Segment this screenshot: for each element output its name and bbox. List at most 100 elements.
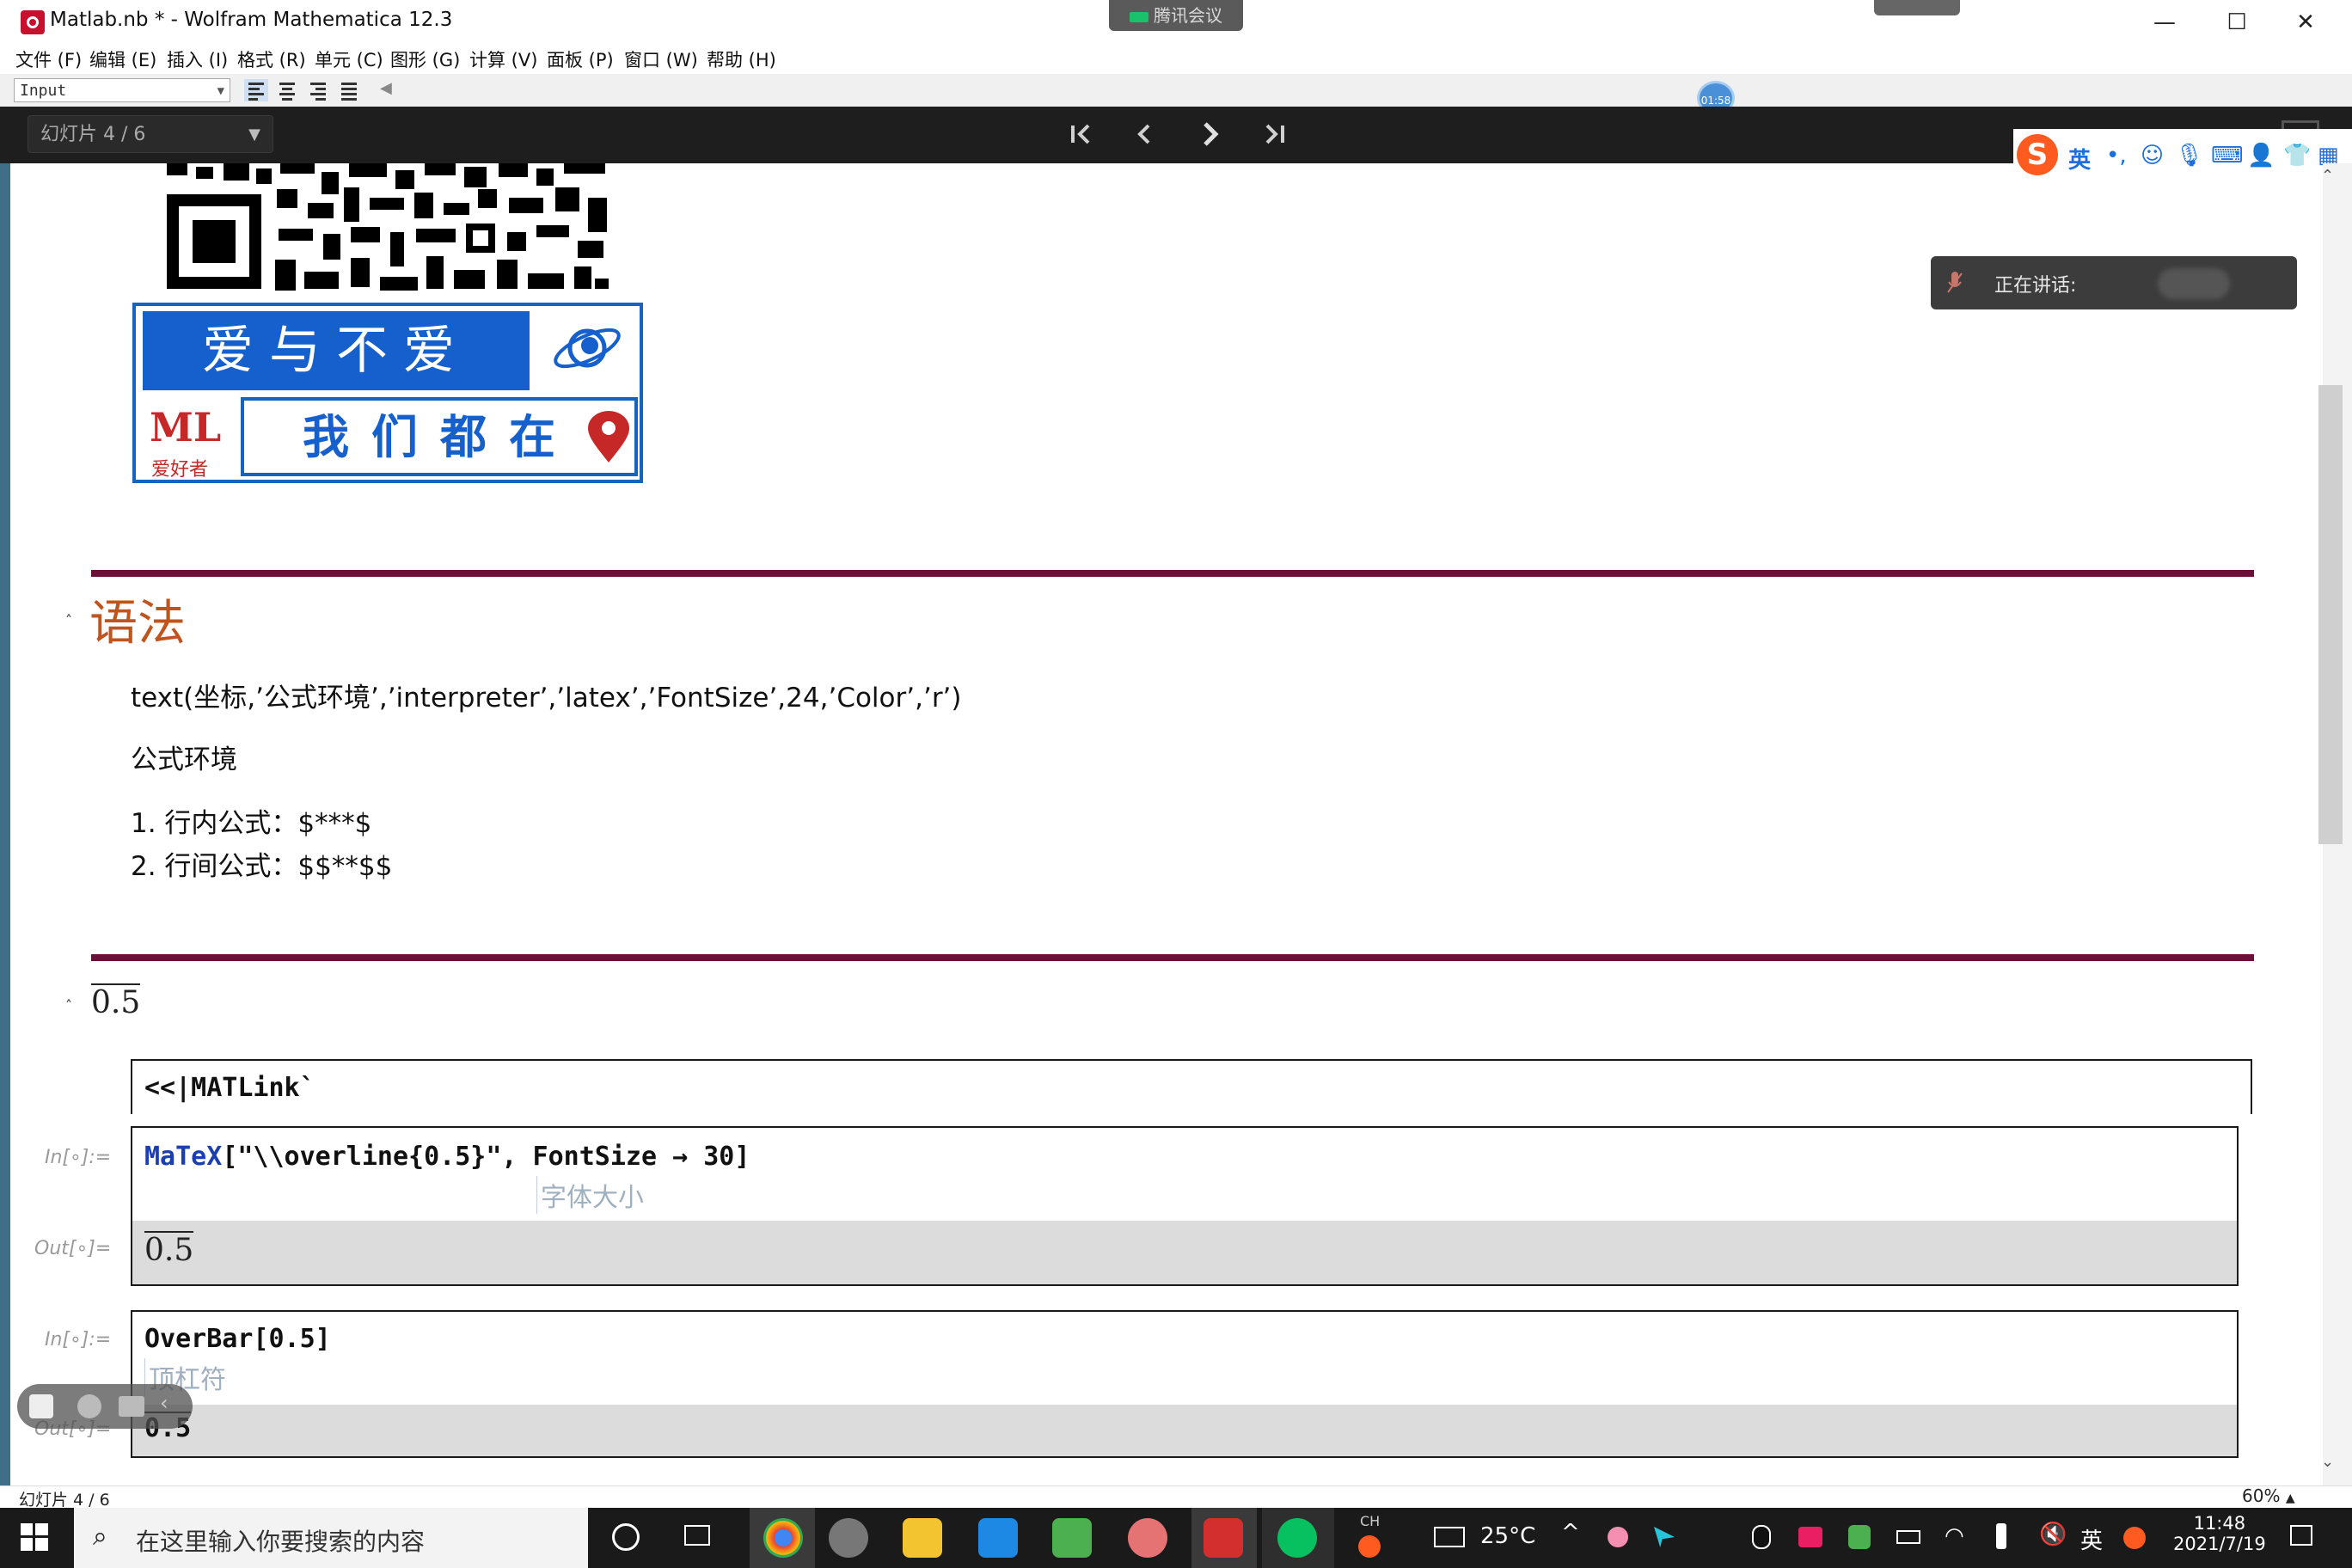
chrome-icon[interactable] [763,1518,803,1558]
chevron-right-icon [1204,122,1219,146]
menu-format[interactable]: 格式 (R) [237,46,306,72]
tray-app-icon[interactable] [1608,1527,1628,1547]
globe-app-icon[interactable] [829,1518,868,1558]
next-slide-button[interactable] [1186,113,1234,155]
scroll-up-icon[interactable]: ⌃ [2321,167,2334,185]
sogou-logo-icon[interactable]: S [2017,134,2058,175]
input-output-cell-matex[interactable]: MaTeX["\\overline{0.5}", FontSize → 30] … [131,1126,2239,1286]
mathematica-taskbar-icon[interactable] [1204,1518,1243,1558]
align-left-button[interactable] [244,79,268,101]
first-slide-button[interactable] [1057,113,1106,155]
output-area: 0.5 [132,1405,2237,1456]
skin-shirt-icon[interactable]: 👕 [2283,143,2311,168]
collapse-arrow-icon[interactable]: ˄ [65,612,72,628]
menu-help[interactable]: 帮助 (H) [707,46,776,72]
ime-punct-toggle[interactable]: •, [2106,143,2127,168]
menu-edit[interactable]: 编辑 (E) [89,46,156,72]
keyboard-icon[interactable]: ⌨ [2211,143,2244,168]
emoji-icon[interactable]: ☺ [2141,143,2164,168]
windows-start-icon[interactable] [21,1523,48,1554]
input-cell-load[interactable]: <<|MATLink` [131,1059,2252,1114]
menu-window[interactable]: 窗口 (W) [624,46,698,72]
floating-meeting-widget[interactable]: ‹ [17,1384,193,1429]
sogou-tray-icon[interactable] [1358,1535,1381,1558]
menu-graphics[interactable]: 图形 (G) [390,46,460,72]
clock-date: 2021/7/19 [2173,1534,2266,1554]
taskbar-search-box[interactable]: ⌕ 在这里输入你要搜索的内容 [74,1508,588,1568]
output-overline-value: 0.5 [144,1231,194,1268]
mail-app-icon[interactable] [978,1518,1018,1558]
notification-icon[interactable] [2290,1525,2312,1546]
maximize-button[interactable]: ☐ [2209,5,2264,40]
first-slide-icon [1071,124,1090,144]
matex-input[interactable]: MaTeX["\\overline{0.5}", FontSize → 30] [144,1142,750,1172]
ch-label: CH [1360,1513,1381,1529]
wifi-icon[interactable]: ◠ [1945,1523,1964,1549]
prev-slide-button[interactable] [1121,113,1169,155]
load-command: <<|MATLink` [144,1073,315,1103]
function-args: ["\\overline{0.5}", FontSize → 30] [222,1142,750,1172]
slide-selector[interactable]: 幻灯片 4 / 6 ▼ [28,115,273,153]
security-shield-icon[interactable] [1848,1525,1871,1549]
in-label: In[∘]:= [45,1329,112,1351]
keyboard-icon[interactable] [119,1396,144,1417]
list-item: 1. 行内公式：$***$ [131,808,372,839]
battery-icon[interactable] [1896,1530,1920,1544]
tencent-meeting-tab[interactable]: 腾讯会议 [1109,0,1243,31]
out-label: Out[∘]= [34,1238,112,1259]
microphone-icon[interactable]: 🎙 [2175,143,2203,168]
clock[interactable]: 11:48 2021/7/19 [2173,1513,2266,1554]
toolbar-scroll-left-icon[interactable]: ◀ [380,79,392,97]
minimize-button[interactable]: — [2137,5,2192,40]
collapse-arrow-icon[interactable]: ˄ [65,997,72,1014]
wechat-icon[interactable] [1277,1518,1317,1558]
weather-icon[interactable] [1434,1527,1465,1547]
align-center-button[interactable] [275,79,299,101]
close-button[interactable]: ✕ [2278,5,2333,40]
align-justify-button[interactable] [337,79,361,101]
cortana-icon[interactable] [612,1523,640,1551]
file-explorer-icon[interactable] [903,1518,942,1558]
qq-icon[interactable] [1752,1525,1771,1549]
volume-muted-icon[interactable]: 🔇 [2039,1522,2067,1547]
matlab-icon[interactable] [1128,1518,1167,1558]
meeting-tab-label: 腾讯会议 [1154,5,1222,26]
last-slide-button[interactable] [1250,113,1298,155]
mathematica-app-icon[interactable] [21,10,45,34]
desktop-left-edge [0,163,10,1504]
bilibili-icon[interactable] [1798,1527,1822,1547]
usb-device-icon[interactable] [1996,1523,2006,1549]
input-language[interactable]: 英 [2080,1523,2103,1555]
face-icon[interactable] [77,1394,101,1418]
muted-mic-icon [1947,272,1963,293]
sogou-tray-icon[interactable] [2123,1527,2146,1549]
scrollbar-thumb[interactable] [2318,385,2343,844]
floating-mini-panel[interactable] [1874,0,1960,15]
menu-file[interactable]: 文件 (F) [15,46,82,72]
menu-palettes[interactable]: 面板 (P) [547,46,614,72]
last-slide-icon [1265,124,1284,144]
temperature[interactable]: 25°C [1480,1523,1535,1549]
chevron-left-icon[interactable]: ‹ [160,1391,168,1415]
grid-icon[interactable] [29,1394,53,1418]
zoom-value: 60% [2242,1485,2281,1506]
speaking-label: 正在讲话: [1994,275,2077,297]
overbar-input[interactable]: OverBar[0.5] [144,1324,331,1354]
photo-app-icon[interactable] [1052,1518,1092,1558]
scroll-down-icon[interactable]: ⌄ [2321,1453,2334,1471]
cell-style-select[interactable]: Input ▼ [14,78,230,102]
zoom-level[interactable]: 60% ▲ [2242,1485,2295,1506]
menu-cell[interactable]: 单元 (C) [315,46,383,72]
menu-insert[interactable]: 插入 (I) [167,46,228,72]
menu-evaluation[interactable]: 计算 (V) [469,46,537,72]
status-bar [0,1485,2352,1509]
input-output-cell-overbar[interactable]: OverBar[0.5] 顶杠符 0.5 [131,1310,2239,1458]
tray-expand-icon[interactable]: ^ [1561,1520,1580,1546]
ml-lovers-logo: ML 爱好者 [146,404,236,481]
user-icon[interactable]: 👤 [2247,143,2275,168]
task-view-icon[interactable] [684,1525,710,1546]
ime-lang-toggle[interactable]: 英 [2068,143,2091,175]
align-right-button[interactable] [306,79,330,101]
ml-logo-text: ML [150,404,222,450]
speaking-indicator: 正在讲话: [1931,256,2297,309]
